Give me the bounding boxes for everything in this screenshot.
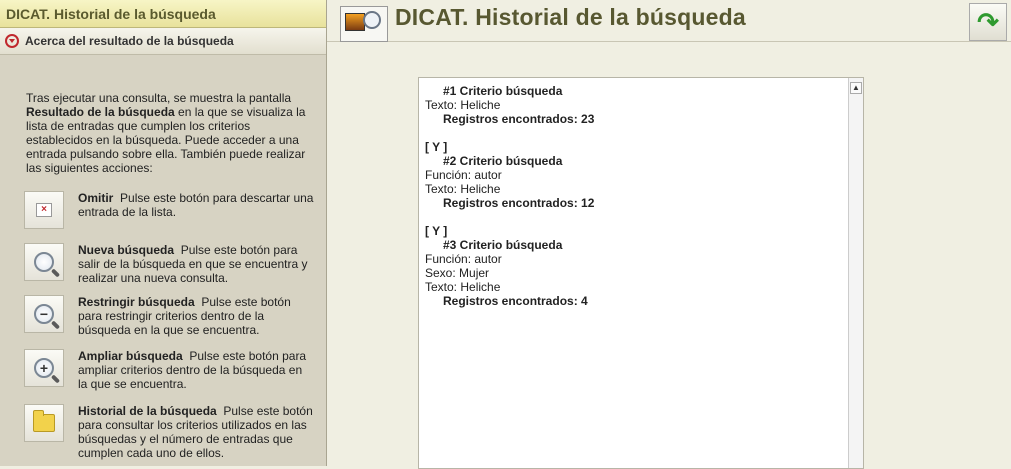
- expand-search-button[interactable]: +: [24, 349, 64, 387]
- return-button[interactable]: ↷: [969, 3, 1007, 41]
- criterion-line: Texto: Heliche: [425, 182, 501, 196]
- action-title: Omitir: [78, 191, 114, 205]
- criterion-line: Función: autor: [425, 168, 502, 182]
- help-intro-text: Tras ejecutar una consulta, se muestra l…: [26, 91, 311, 175]
- folder-icon: [33, 410, 55, 432]
- zoom-in-icon: +: [34, 358, 54, 378]
- history-button[interactable]: [24, 404, 64, 442]
- sidebar-app-title: DICAT. Historial de la búsqueda: [0, 0, 326, 28]
- criterion-line: Texto: Heliche: [425, 98, 501, 112]
- return-arrow-icon: ↷: [977, 7, 999, 37]
- search-history-icon: [340, 6, 388, 42]
- lens-icon: [363, 11, 381, 29]
- help-section-header[interactable]: Acerca del resultado de la búsqueda: [0, 28, 326, 55]
- action-desc: Pulse este botón para descartar una entr…: [78, 191, 314, 219]
- criterion-title: #2 Criterio búsqueda: [443, 154, 563, 168]
- help-section-label: Acerca del resultado de la búsqueda: [25, 34, 234, 48]
- page-title: DICAT. Historial de la búsqueda: [395, 4, 746, 30]
- new-search-button[interactable]: [24, 243, 64, 281]
- history-entry: [ Y ] #2 Criterio búsqueda Función: auto…: [425, 140, 594, 210]
- conjunction: [ Y ]: [425, 140, 448, 154]
- records-found: Registros encontrados: 4: [443, 294, 588, 308]
- action-title: Historial de la búsqueda: [78, 404, 217, 418]
- history-entry: #1 Criterio búsqueda Texto: Heliche Regi…: [425, 84, 594, 126]
- criterion-line: Texto: Heliche: [425, 280, 501, 294]
- criterion-title: #1 Criterio búsqueda: [443, 84, 563, 98]
- intro-part-1: Tras ejecutar una consulta, se muestra l…: [26, 91, 292, 105]
- restrict-search-button[interactable]: −: [24, 295, 64, 333]
- criterion-line: Sexo: Mujer: [425, 266, 490, 280]
- action-title: Ampliar búsqueda: [78, 349, 183, 363]
- criterion-title: #3 Criterio búsqueda: [443, 238, 563, 252]
- collapse-arrow-icon[interactable]: [5, 34, 19, 48]
- records-found: Registros encontrados: 23: [443, 112, 595, 126]
- vertical-scrollbar[interactable]: ▲: [848, 78, 863, 468]
- action-title: Nueva búsqueda: [78, 243, 175, 257]
- conjunction: [ Y ]: [425, 224, 448, 238]
- picture-icon: [345, 13, 365, 31]
- history-list: #1 Criterio búsqueda Texto: Heliche Regi…: [425, 84, 594, 308]
- records-found: Registros encontrados: 12: [443, 196, 595, 210]
- criterion-line: Función: autor: [425, 252, 502, 266]
- omit-icon: ×: [36, 203, 52, 217]
- magnifier-icon: [34, 252, 54, 272]
- zoom-out-icon: −: [34, 304, 54, 324]
- scroll-up-arrow-icon[interactable]: ▲: [850, 82, 862, 94]
- help-sidebar: DICAT. Historial de la búsqueda Acerca d…: [0, 0, 327, 466]
- action-title: Restringir búsqueda: [78, 295, 195, 309]
- omit-button[interactable]: ×: [24, 191, 64, 229]
- history-panel: #1 Criterio búsqueda Texto: Heliche Regi…: [418, 77, 864, 469]
- main-header: DICAT. Historial de la búsqueda ↷: [327, 0, 1011, 42]
- history-entry: [ Y ] #3 Criterio búsqueda Función: auto…: [425, 224, 594, 308]
- intro-bold: Resultado de la búsqueda: [26, 105, 175, 119]
